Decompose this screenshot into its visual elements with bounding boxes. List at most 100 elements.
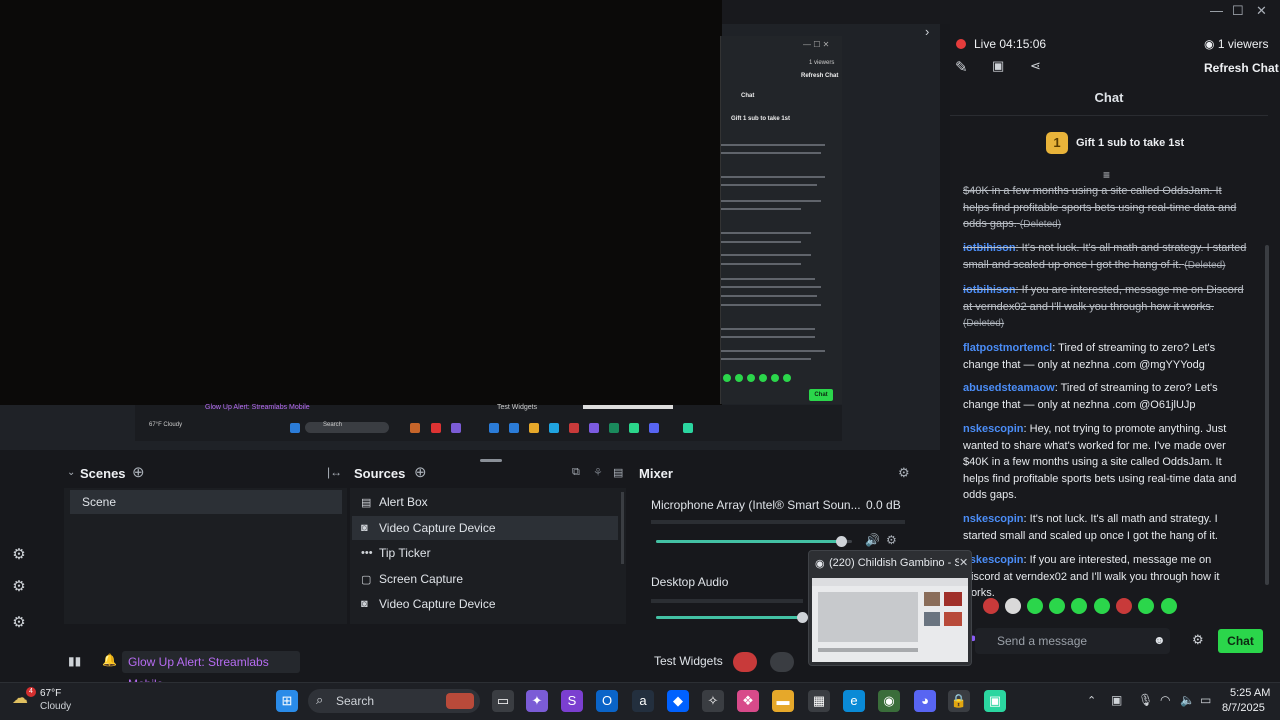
nested-chat-title: Chat	[741, 93, 755, 99]
dropbox-icon[interactable]: ◆	[667, 690, 689, 712]
emote-icon[interactable]	[1094, 598, 1110, 614]
weather-badge: 4	[26, 687, 36, 697]
file-explorer-icon[interactable]: ▬	[772, 690, 794, 712]
task-view-icon[interactable]: ▭	[492, 690, 514, 712]
dashboard-icon[interactable]: ▣	[992, 58, 1004, 74]
test-widgets-button[interactable]: Test Widgets	[654, 654, 723, 668]
emote-icon[interactable]	[1071, 598, 1087, 614]
weather-condition[interactable]: Cloudy	[40, 701, 71, 712]
mic-settings-gear-icon[interactable]: ⚙	[886, 533, 897, 547]
emote-icon[interactable]	[1005, 598, 1021, 614]
copilot-icon[interactable]: ✦	[526, 690, 548, 712]
pin-icon: ≡	[1103, 168, 1111, 182]
lock-icon[interactable]: 🔒	[948, 690, 970, 712]
collapse-chevron-icon[interactable]: ⌄	[67, 467, 75, 478]
start-windows-icon[interactable]: ⊞	[276, 690, 298, 712]
weather-temp[interactable]: 67°F	[40, 688, 61, 699]
gift-badge: 1	[1046, 132, 1068, 154]
chat-username[interactable]: abusedsteamaow	[963, 382, 1055, 394]
battery-icon[interactable]: ▭	[1200, 693, 1211, 707]
chat-username[interactable]: nskescopin	[963, 554, 1024, 566]
desktop-volume-slider[interactable]	[656, 612, 808, 623]
notification-bell-icon[interactable]: 🔔	[102, 653, 117, 667]
wifi-icon[interactable]: ◠	[1160, 693, 1170, 707]
collapse-chat-icon[interactable]: ›	[925, 24, 929, 39]
volume-icon[interactable]: 🔈	[1180, 693, 1195, 707]
replay-buffer-button[interactable]	[770, 652, 794, 672]
chat-scrollbar[interactable]	[1265, 245, 1269, 585]
settings-alt-icon[interactable]: ⚙	[10, 577, 28, 595]
discord-icon[interactable]: ◕	[914, 690, 936, 712]
mic-level-meter	[651, 520, 905, 524]
clock-date[interactable]: 8/7/2025	[1222, 702, 1265, 714]
sources-scrollbar[interactable]	[621, 492, 624, 564]
app-green-icon[interactable]: ▣	[984, 690, 1006, 712]
settings-gear-icon[interactable]: ⚙	[10, 613, 28, 631]
source-tools-icon[interactable]: ⚘	[593, 466, 603, 479]
send-chat-button[interactable]: Chat	[1218, 629, 1263, 653]
edit-icon[interactable]: ✎	[955, 58, 968, 76]
add-source-icon[interactable]: ⊕	[414, 463, 427, 481]
layers-icon[interactable]: ▤	[613, 466, 623, 479]
streamlabs-icon[interactable]: S	[561, 690, 583, 712]
stats-icon[interactable]: ▮▮	[68, 654, 81, 668]
chat-username[interactable]: flatpostmortemcl	[963, 342, 1052, 354]
gift-text[interactable]: Gift 1 sub to take 1st	[1076, 137, 1184, 149]
share-icon[interactable]: ⋖	[1030, 58, 1041, 74]
source-item[interactable]: Tip Ticker	[379, 541, 431, 565]
chat-settings-gear-icon[interactable]: ⚙	[1192, 632, 1204, 648]
widget-icon[interactable]: ⚙	[10, 545, 28, 563]
chat-username[interactable]: nskescopin	[963, 513, 1024, 525]
slider-knob[interactable]	[797, 612, 808, 623]
chat-username[interactable]: iotbihison	[963, 284, 1016, 296]
photos-icon[interactable]: ❖	[737, 690, 759, 712]
clock-time[interactable]: 5:25 AM	[1230, 687, 1270, 699]
emote-icon[interactable]	[983, 598, 999, 614]
mic-volume-slider[interactable]	[656, 536, 852, 547]
source-item[interactable]: Video Capture Device	[379, 516, 496, 540]
refresh-chat-button[interactable]: Refresh Chat	[1204, 61, 1279, 75]
tray-chevron-icon[interactable]: ⌃	[1087, 694, 1096, 707]
chrome-taskbar-icon[interactable]: ◉	[878, 690, 900, 712]
folder-icon[interactable]: ⧉	[572, 466, 580, 479]
thumbnail-image	[812, 578, 968, 662]
edge-icon[interactable]: e	[843, 690, 865, 712]
emote-icon[interactable]	[1116, 598, 1132, 614]
desktop-audio-name: Desktop Audio	[651, 575, 729, 589]
emote-icon[interactable]	[1138, 598, 1154, 614]
chat-input[interactable]: Send a message ☻	[975, 628, 1170, 654]
mixer-settings-gear-icon[interactable]: ⚙	[898, 465, 910, 481]
outlook-icon[interactable]: O	[596, 690, 618, 712]
deleted-tag: (Deleted)	[1019, 219, 1062, 230]
mic-mute-icon[interactable]: 🔊	[865, 533, 880, 547]
tray-app-icon[interactable]: ▣	[1111, 693, 1122, 707]
add-scene-icon[interactable]: ⊕	[132, 463, 145, 481]
nested-test-widgets: Test Widgets	[497, 404, 538, 411]
amazon-icon[interactable]: a	[632, 690, 654, 712]
emoji-icon[interactable]: ☻	[1153, 633, 1166, 647]
close-button[interactable]: ✕	[1256, 3, 1267, 19]
thumbnail-title: (220) Childish Gambino - S...	[829, 557, 959, 569]
emote-icon[interactable]	[1161, 598, 1177, 614]
microphone-icon[interactable]: 🎙	[1138, 693, 1153, 707]
app-icon[interactable]: ✧	[702, 690, 724, 712]
emote-icon[interactable]	[1027, 598, 1043, 614]
emote-icon[interactable]	[1049, 598, 1065, 614]
source-item[interactable]: Screen Capture	[379, 567, 463, 591]
source-type-icon: ▢	[361, 573, 372, 586]
source-item[interactable]: Alert Box	[379, 490, 428, 514]
store-icon[interactable]: ▦	[808, 690, 830, 712]
chat-username[interactable]: nskescopin	[963, 423, 1024, 435]
chat-username[interactable]: iotbihison	[963, 242, 1016, 254]
thumbnail-close-icon[interactable]: ✕	[959, 556, 968, 569]
stream-preview	[0, 0, 722, 405]
slider-knob[interactable]	[836, 536, 848, 547]
minimize-button[interactable]: —	[1210, 3, 1223, 18]
alert-notification[interactable]: Glow Up Alert: Streamlabs Mobile	[122, 651, 300, 691]
nested-refresh: Refresh Chat	[801, 73, 839, 79]
scene-transitions-icon[interactable]: |↔	[327, 465, 342, 479]
source-item[interactable]: Video Capture Device	[379, 592, 496, 616]
maximize-button[interactable]: ☐	[1232, 3, 1244, 19]
resize-handle[interactable]	[480, 459, 502, 462]
record-button[interactable]	[733, 652, 757, 672]
